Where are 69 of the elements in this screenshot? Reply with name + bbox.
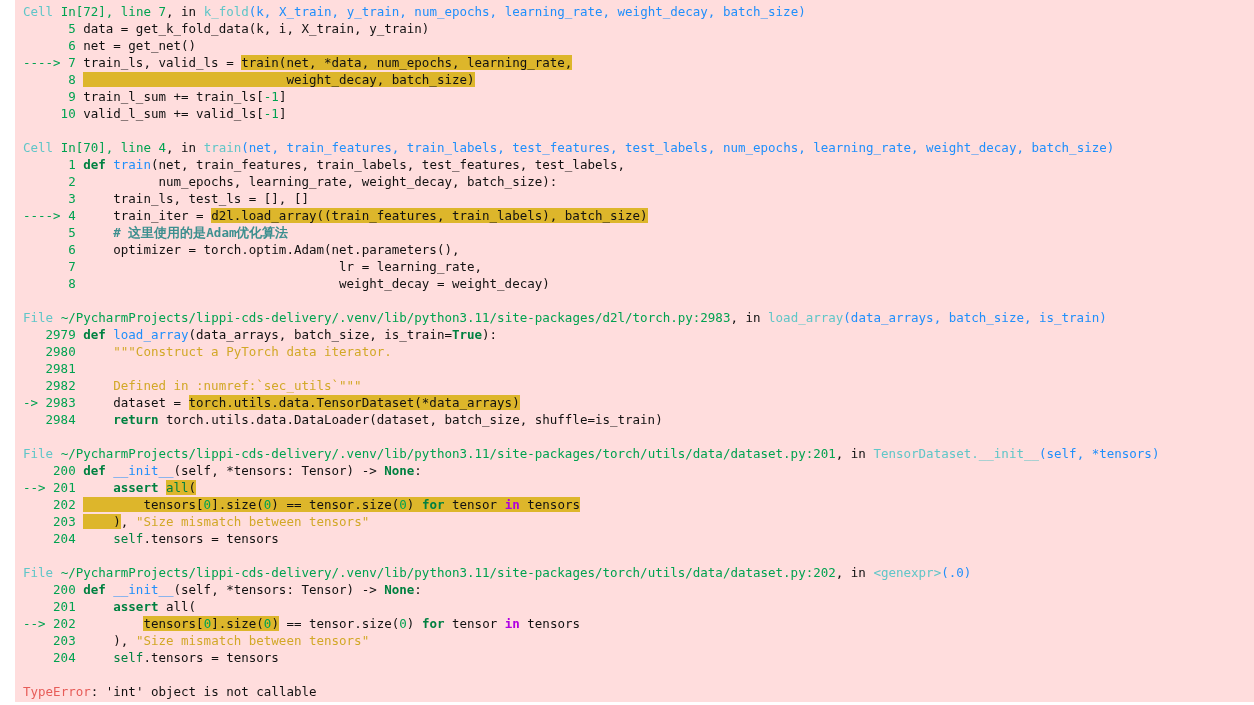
line-number: 5: [68, 20, 76, 37]
code-line: num_epochs, learning_rate, weight_decay, batch_size):: [157, 173, 558, 190]
line-number: 201: [53, 479, 76, 496]
line-number: 9: [68, 88, 76, 105]
line-number: 204: [53, 530, 76, 547]
traceback-header: File ~/PycharmProjects/lippi-cds-delivery/.venv/lib/python3.11/site-packages/torch/utils/data/dataset.py:202, in <genexpr>(.0): [23, 564, 972, 581]
line-number: 200: [53, 581, 76, 598]
code-line: Defined in :numref:`sec_utils`""": [112, 377, 362, 394]
line-number: 1: [68, 156, 76, 173]
traceback-header: Cell In[70], line 4, in train(net, train_features, train_labels, test_features, test_labels, num_epochs, learning_rate, weight_decay, batch_size): [23, 139, 1115, 156]
code-line: net = get_net(): [83, 37, 197, 54]
code-line: ), "Size mismatch between tensors": [112, 632, 370, 649]
line-number: 3: [68, 190, 76, 207]
code-line: def train(net, train_features, train_labels, test_features, test_labels,: [83, 156, 626, 173]
code-line: weight_decay = weight_decay): [338, 275, 550, 292]
line-number: 2984: [45, 411, 76, 428]
line-arrow: ---->: [23, 207, 61, 224]
line-number: 8: [68, 275, 76, 292]
line-number: 4: [68, 207, 76, 224]
line-arrow: -->: [23, 479, 46, 496]
line-number: 5: [68, 224, 76, 241]
code-line: # 这里使用的是Adam优化算法: [112, 224, 289, 241]
code-line: lr = learning_rate,: [338, 258, 483, 275]
line-number: 6: [68, 241, 76, 258]
line-number: 203: [53, 513, 76, 530]
code-line: train_ls, valid_ls = train(net, *data, num_epochs, learning_rate,: [83, 54, 573, 71]
line-number: 2981: [45, 360, 76, 377]
code-line: tensors[0].size(0) == tensor.size(0) for tensor in tensors: [142, 615, 580, 632]
code-line: assert all(: [112, 598, 197, 615]
line-number: 7: [68, 54, 76, 71]
line-number: 202: [53, 615, 76, 632]
traceback-header: Cell In[72], line 7, in k_fold(k, X_train, y_train, num_epochs, learning_rate, weight_decay, batch_size): [23, 3, 806, 20]
line-number: 204: [53, 649, 76, 666]
code-line: def __init__(self, *tensors: Tensor) -> None:: [83, 462, 422, 479]
line-number: 2979: [45, 326, 76, 343]
traceback-header: File ~/PycharmProjects/lippi-cds-delivery/.venv/lib/python3.11/site-packages/torch/utils/data/dataset.py:201, in TensorDataset.__init__(self, *tensors): [23, 445, 1160, 462]
line-number: 2980: [45, 343, 76, 360]
code-line: """Construct a PyTorch data iterator.: [112, 343, 392, 360]
traceback-header: File ~/PycharmProjects/lippi-cds-delivery/.venv/lib/python3.11/site-packages/d2l/torch.py:2983, in load_array(data_arrays, batch_size, is_train): [23, 309, 1107, 326]
code-line: def __init__(self, *tensors: Tensor) -> None:: [83, 581, 422, 598]
code-line: train_iter = d2l.load_array((train_features, train_labels), batch_size): [112, 207, 648, 224]
line-number: 202: [53, 496, 76, 513]
code-line: return torch.utils.data.DataLoader(dataset, batch_size, shuffle=is_train): [112, 411, 663, 428]
line-number: 2983: [45, 394, 76, 411]
line-number: 2982: [45, 377, 76, 394]
code-line: data = get_k_fold_data(k, i, X_train, y_train): [83, 20, 430, 37]
line-number: 201: [53, 598, 76, 615]
code-line: dataset = torch.utils.data.TensorDataset(*data_arrays): [112, 394, 520, 411]
line-arrow: -->: [23, 615, 46, 632]
line-number: 203: [53, 632, 76, 649]
error-message: TypeError: 'int' object is not callable: [23, 683, 317, 700]
line-number: 6: [68, 37, 76, 54]
code-line: train_ls, test_ls = [], []: [112, 190, 309, 207]
line-number: 7: [68, 258, 76, 275]
code-line: tensors[0].size(0) == tensor.size(0) for tensor in tensors: [83, 496, 580, 513]
code-line: ), "Size mismatch between tensors": [83, 513, 370, 530]
line-number: 200: [53, 462, 76, 479]
line-number: 2: [68, 173, 76, 190]
code-line: self.tensors = tensors: [112, 530, 279, 547]
code-line: valid_l_sum += valid_ls[-1]: [83, 105, 287, 122]
line-number: 10: [60, 105, 76, 122]
line-number: 8: [68, 71, 76, 88]
code-line: train_l_sum += train_ls[-1]: [83, 88, 287, 105]
line-arrow: ->: [23, 394, 39, 411]
code-line: optimizer = torch.optim.Adam(net.parameters(),: [112, 241, 460, 258]
code-line: assert all(: [112, 479, 197, 496]
code-line: def load_array(data_arrays, batch_size, is_train=True):: [83, 326, 498, 343]
line-arrow: ---->: [23, 54, 61, 71]
code-line: self.tensors = tensors: [112, 649, 279, 666]
